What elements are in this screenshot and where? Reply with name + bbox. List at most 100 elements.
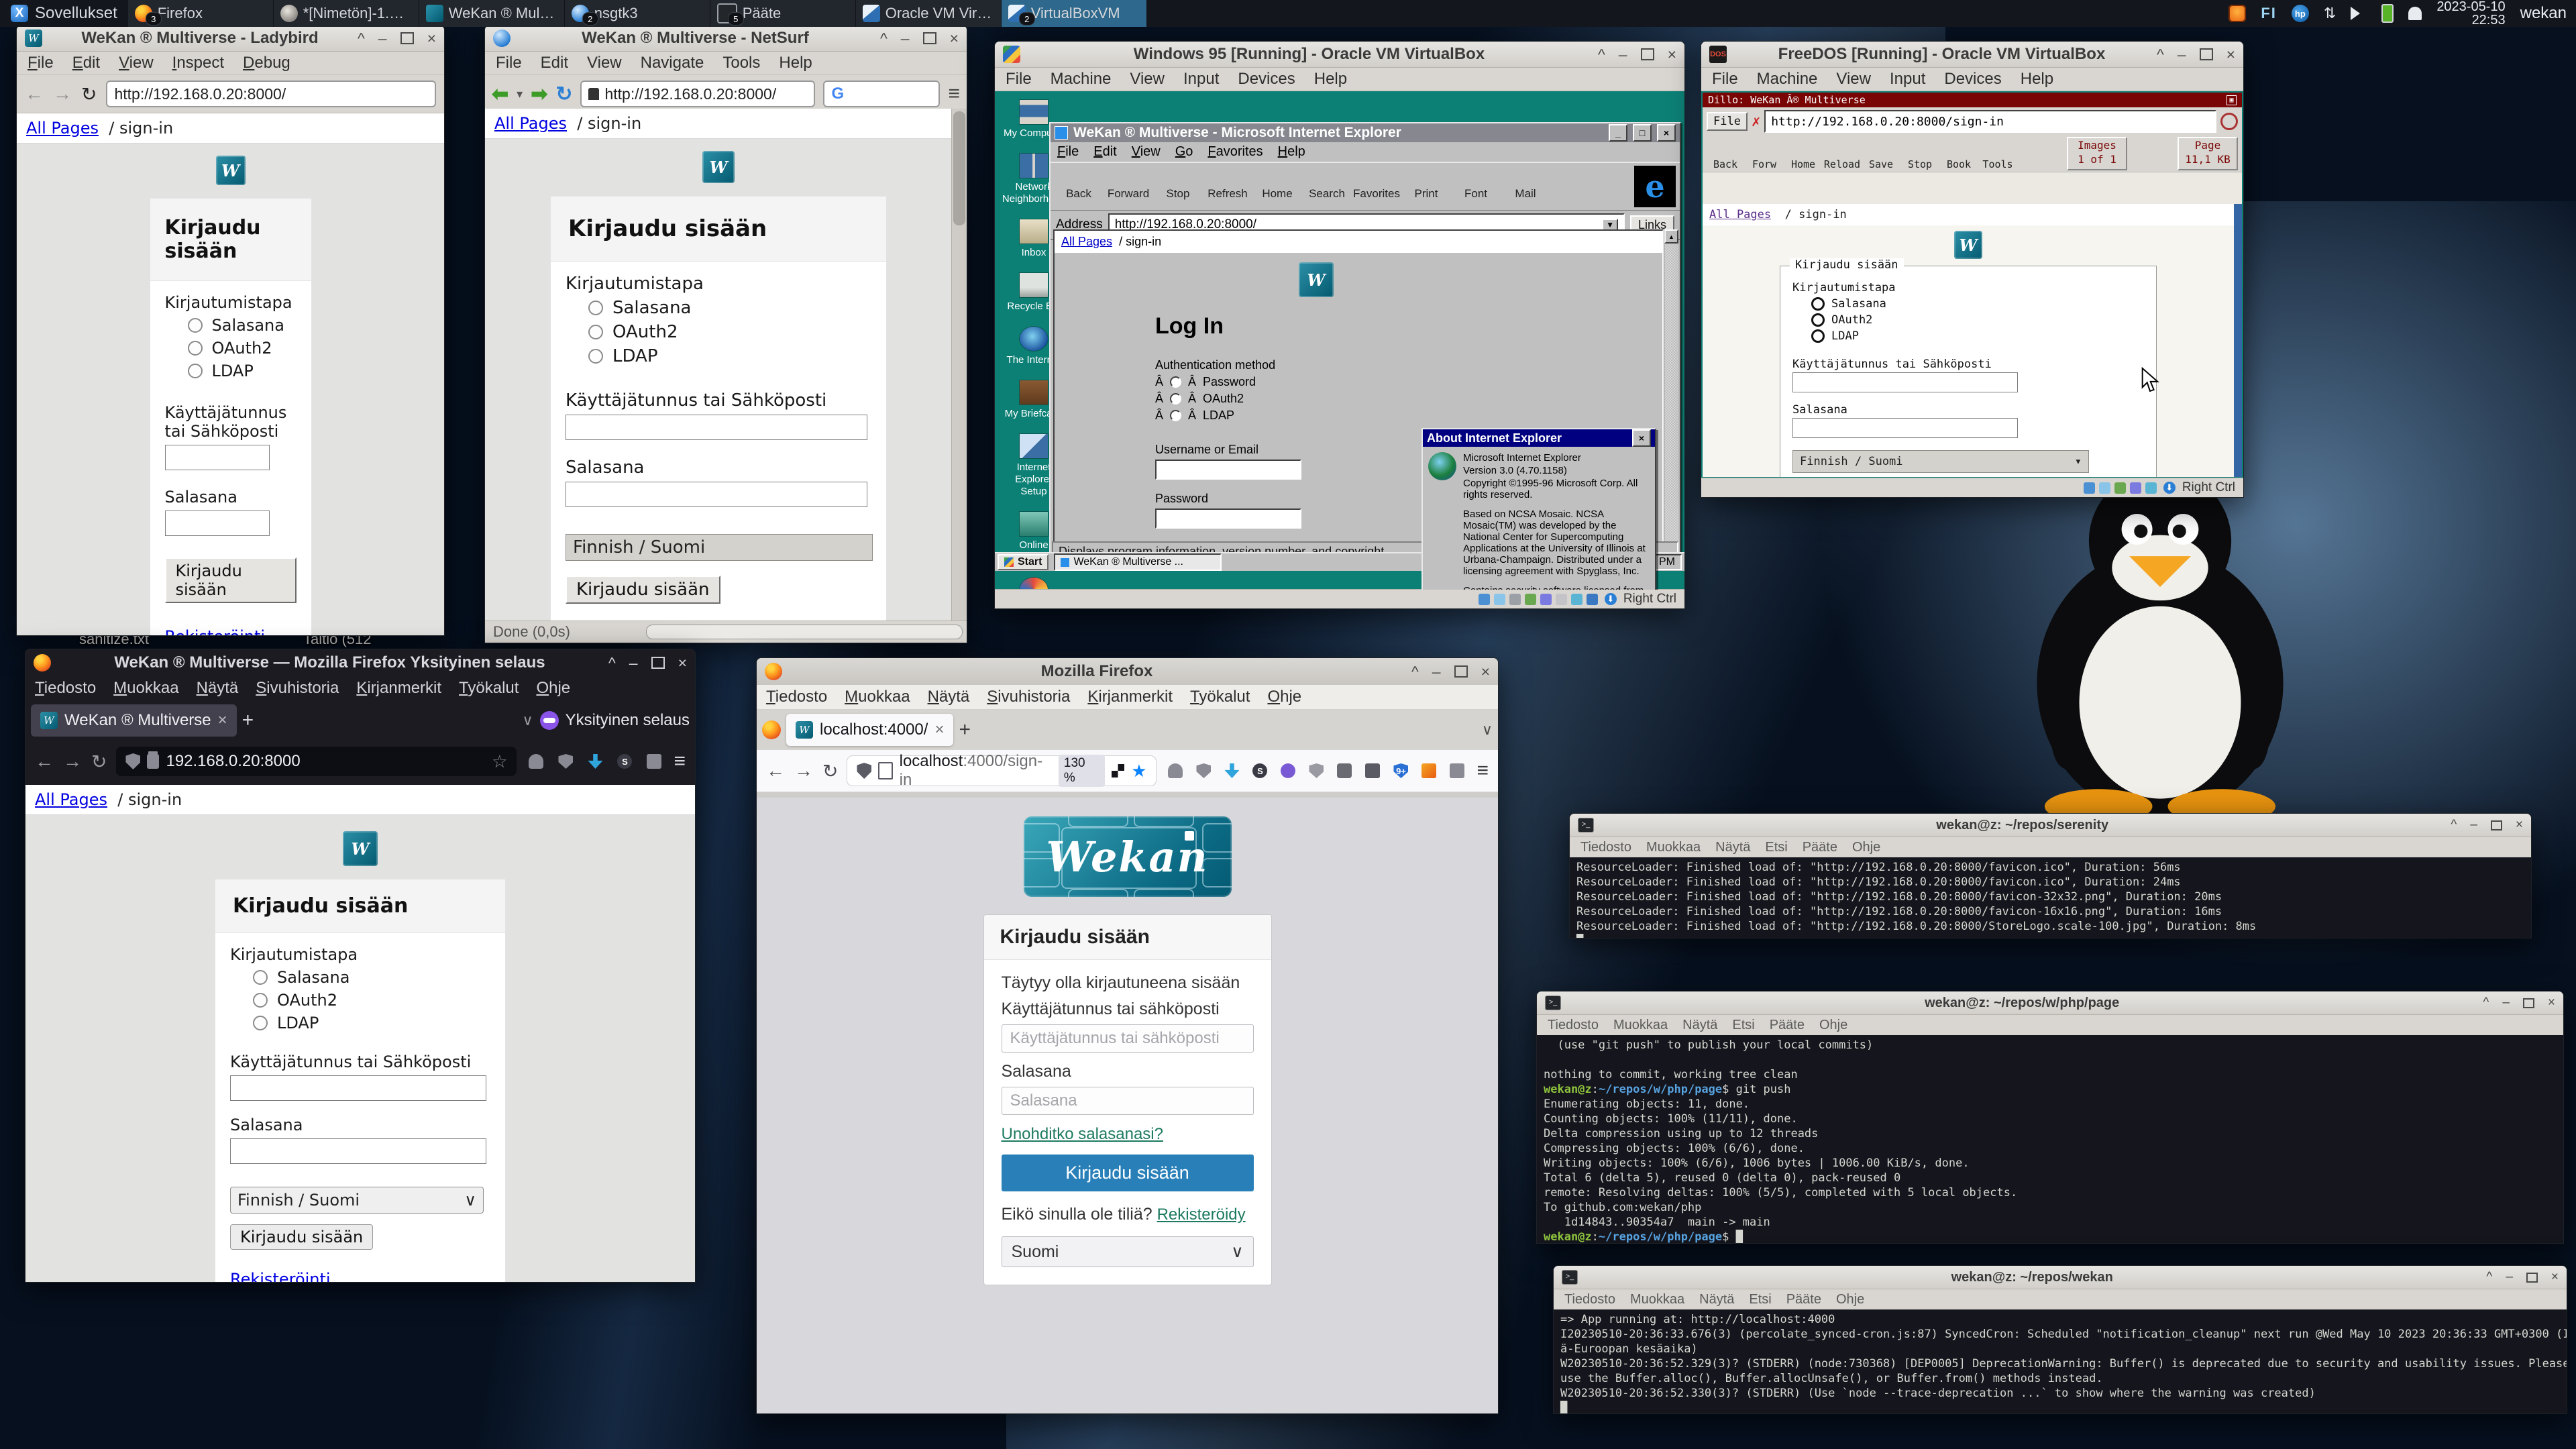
menu-item[interactable]: Input bbox=[1183, 70, 1219, 89]
menu-item[interactable]: Inspect bbox=[172, 54, 224, 72]
menu-icon[interactable]: ≡ bbox=[1477, 759, 1489, 782]
auth-method-option[interactable]: Â Â OAuth2 bbox=[1155, 392, 1477, 406]
radio-icon[interactable] bbox=[588, 301, 603, 315]
all-pages-link[interactable]: All Pages bbox=[26, 119, 99, 138]
clear-url-icon[interactable]: ✗ bbox=[1752, 113, 1760, 130]
rollup-button[interactable]: ^ bbox=[2157, 46, 2164, 64]
radio-icon[interactable] bbox=[1811, 313, 1825, 327]
bookmark-star-icon[interactable]: ★ bbox=[1131, 761, 1146, 782]
minimize-button[interactable]: – bbox=[1619, 46, 1627, 64]
toolbar-extension-icon[interactable] bbox=[555, 751, 576, 771]
menu-item[interactable]: Tiedosto bbox=[1548, 1018, 1599, 1033]
radio-icon[interactable] bbox=[188, 341, 203, 356]
vm-titlebar[interactable]: Windows 95 [Running] - Oracle VM Virtual… bbox=[995, 42, 1684, 68]
dillo-toolbar-button[interactable]: Home bbox=[1784, 141, 1822, 170]
auth-method-option[interactable]: OAuth2 bbox=[188, 339, 297, 358]
menu-item[interactable]: Ohje bbox=[1852, 840, 1880, 855]
minimize-button[interactable]: – bbox=[1432, 663, 1441, 681]
menu-item[interactable]: Help bbox=[1278, 144, 1305, 160]
dillo-toolbar-button[interactable]: Forw bbox=[1746, 141, 1783, 170]
login-button[interactable]: Kirjaudu sisään bbox=[230, 1224, 373, 1250]
menu-item[interactable]: Help bbox=[779, 54, 812, 72]
menu-item[interactable]: Help bbox=[1314, 70, 1347, 89]
ie-titlebar[interactable]: WeKan ® Multiverse - Microsoft Internet … bbox=[1051, 123, 1680, 142]
back-icon[interactable]: ⬅ bbox=[492, 83, 508, 106]
password-input[interactable] bbox=[165, 511, 270, 536]
menu-item[interactable]: Edit bbox=[1093, 144, 1116, 160]
dillo-scrollbar[interactable] bbox=[2234, 204, 2242, 477]
menu-item[interactable]: Kirjanmerkit bbox=[356, 679, 441, 698]
username-input[interactable] bbox=[1155, 460, 1301, 480]
toolbar-extension-icon[interactable]: 9+ bbox=[1391, 761, 1411, 781]
menu-item[interactable]: Machine bbox=[1757, 70, 1818, 89]
toolbar-extension-icon[interactable] bbox=[1334, 761, 1354, 781]
tray-icon[interactable]: FI bbox=[2261, 5, 2277, 22]
back-icon[interactable]: ← bbox=[766, 760, 785, 782]
rollup-button[interactable]: ^ bbox=[2483, 996, 2489, 1010]
auth-method-option[interactable]: Salasana bbox=[253, 968, 490, 987]
menu-item[interactable]: View bbox=[587, 54, 622, 72]
radio-icon[interactable] bbox=[188, 364, 203, 378]
menu-item[interactable]: Tools bbox=[722, 54, 760, 72]
password-input[interactable] bbox=[230, 1138, 486, 1164]
panel-clock[interactable]: 2023-05-10 22:53 bbox=[2436, 0, 2505, 27]
close-button[interactable]: × bbox=[1657, 124, 1676, 142]
reload-icon[interactable]: ↻ bbox=[81, 83, 97, 105]
vm-titlebar[interactable]: DOS FreeDOS [Running] - Oracle VM Virtua… bbox=[1701, 42, 2243, 68]
menu-item[interactable]: Sivuhistoria bbox=[256, 679, 339, 698]
url-bar[interactable]: 192.168.0.20:8000 ☆ bbox=[116, 747, 517, 776]
menu-item[interactable]: File bbox=[1006, 70, 1032, 89]
back-icon[interactable]: ← bbox=[25, 83, 44, 105]
username-input[interactable] bbox=[1002, 1024, 1254, 1053]
search-icon[interactable] bbox=[2220, 113, 2238, 130]
rollup-button[interactable]: ^ bbox=[608, 654, 616, 672]
radio-icon[interactable] bbox=[253, 970, 268, 985]
toolbar-extension-icon[interactable] bbox=[644, 751, 664, 771]
insecure-padlock-icon[interactable] bbox=[147, 754, 159, 769]
terminal-titlebar[interactable]: >_ wekan@z: ~/repos/wekan ^–× bbox=[1554, 1266, 2567, 1289]
browser-tab[interactable]: W WeKan ® Multiverse × bbox=[31, 704, 237, 737]
toolbar-extension-icon[interactable] bbox=[1222, 761, 1242, 781]
ie-toolbar-button[interactable]: Stop bbox=[1154, 166, 1202, 201]
minimize-button[interactable]: – bbox=[2178, 46, 2186, 64]
maximize-button[interactable] bbox=[1641, 48, 1654, 60]
menu-item[interactable]: Näytä bbox=[928, 688, 970, 706]
list-tabs-chevron-icon[interactable]: ∨ bbox=[522, 712, 533, 729]
username-input[interactable] bbox=[230, 1075, 486, 1101]
menu-item[interactable]: View bbox=[1836, 70, 1871, 89]
menu-item[interactable]: Muokkaa bbox=[1630, 1292, 1684, 1307]
radio-icon[interactable] bbox=[1811, 329, 1825, 343]
menu-item[interactable]: File bbox=[1712, 70, 1738, 89]
maximize-button[interactable] bbox=[2491, 820, 2502, 830]
close-icon[interactable]: ▣ bbox=[2226, 95, 2237, 105]
password-input[interactable] bbox=[1002, 1087, 1254, 1115]
menu-item[interactable]: Työkalut bbox=[1190, 688, 1250, 706]
about-dialog-titlebar[interactable]: About Internet Explorer × bbox=[1423, 429, 1655, 447]
web-search-field[interactable]: G bbox=[823, 80, 940, 107]
close-button[interactable]: × bbox=[2226, 46, 2235, 64]
url-bar[interactable]: localhost:4000/sign-in 130 % ★ bbox=[847, 756, 1156, 786]
menu-item[interactable]: Etsi bbox=[1749, 1292, 1771, 1307]
firefox-titlebar[interactable]: Mozilla Firefox ^–× bbox=[757, 658, 1498, 685]
auth-method-option[interactable]: LDAP bbox=[1811, 329, 2144, 343]
rollup-button[interactable]: ^ bbox=[880, 30, 888, 48]
terminal-output[interactable]: (use "git push" to publish your local co… bbox=[1537, 1035, 2563, 1243]
toolbar-extension-icon[interactable]: S bbox=[1250, 761, 1270, 781]
vertical-scrollbar[interactable] bbox=[951, 109, 967, 621]
menu-item[interactable]: Työkalut bbox=[459, 679, 519, 698]
dillo-file-button[interactable]: File bbox=[1707, 112, 1748, 131]
auth-method-option[interactable]: LDAP bbox=[588, 346, 871, 366]
tab-close-icon[interactable]: × bbox=[934, 720, 944, 739]
menu-item[interactable]: Pääte bbox=[1786, 1292, 1821, 1307]
scrollbar-thumb[interactable] bbox=[953, 111, 965, 225]
all-pages-link[interactable]: All Pages bbox=[494, 114, 567, 133]
register-link[interactable]: Rekisteröinti bbox=[165, 627, 297, 636]
reader-mode-icon[interactable] bbox=[1112, 764, 1125, 777]
horizontal-scrollbar[interactable] bbox=[646, 625, 963, 639]
toolbar-extension-icon[interactable] bbox=[1165, 761, 1185, 781]
username-input[interactable] bbox=[1792, 372, 2018, 392]
menu-item[interactable]: Etsi bbox=[1765, 840, 1787, 855]
back-dropdown-icon[interactable]: ▾ bbox=[517, 87, 523, 101]
menu-icon[interactable]: ≡ bbox=[948, 83, 960, 105]
menu-item[interactable]: Ohje bbox=[536, 679, 570, 698]
